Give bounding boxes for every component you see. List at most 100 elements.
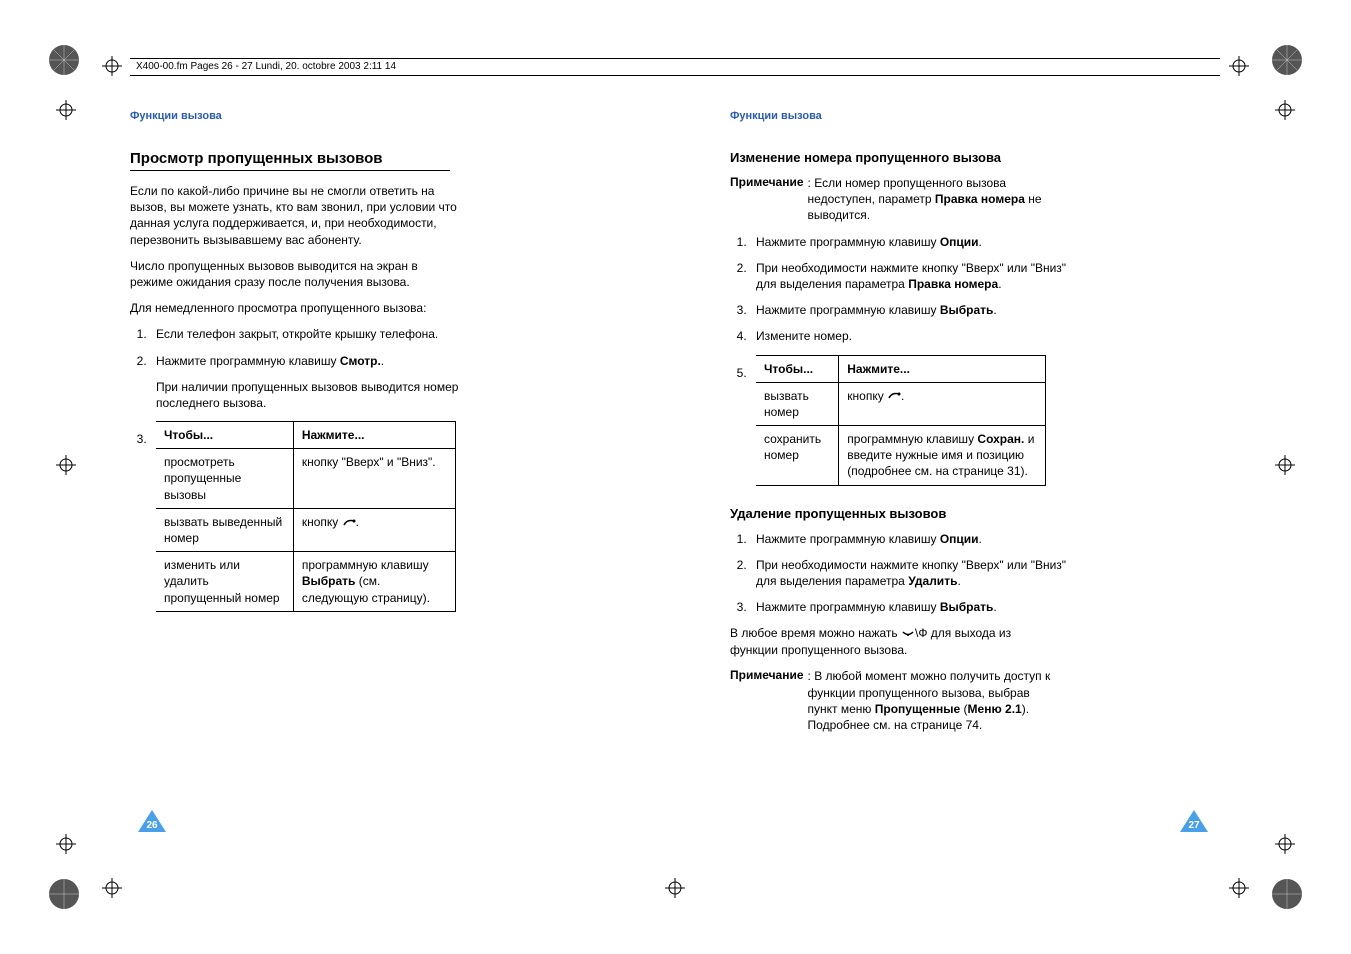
bold-term: Опции bbox=[940, 235, 979, 249]
body-text: Для немедленного просмотра пропущенного … bbox=[130, 300, 460, 316]
subsection-title: Изменение номера пропущенного вызова bbox=[730, 150, 1060, 165]
note-label: Примечание bbox=[730, 175, 804, 224]
subsection-title: Удаление пропущенных вызовов bbox=[730, 506, 1060, 521]
action-table: Чтобы...Нажмите... вызвать номеркнопку .… bbox=[756, 355, 1046, 486]
table-cell: изменить или удалить пропущенный номер bbox=[156, 552, 293, 612]
body-text: Если по какой-либо причине вы не смогли … bbox=[130, 183, 460, 248]
crop-mark-icon bbox=[56, 834, 76, 854]
step-item: Измените номер. bbox=[750, 328, 1080, 344]
text: . bbox=[998, 277, 1001, 291]
text: ( bbox=[960, 702, 967, 716]
step-item: Нажмите программную клавишу Выбрать. bbox=[750, 599, 1080, 615]
text: . bbox=[979, 235, 982, 249]
step-item: Нажмите программную клавишу Опции. bbox=[750, 234, 1080, 250]
call-key-icon bbox=[887, 388, 901, 404]
body-text: В любое время можно нажать \Ф для выхода… bbox=[730, 625, 1060, 658]
page-number: 27 bbox=[1180, 820, 1208, 831]
page-title: Просмотр пропущенных вызовов bbox=[130, 150, 450, 171]
cell-text: программную клавишу bbox=[302, 558, 429, 572]
crop-mark-icon bbox=[102, 878, 122, 898]
bold-term: Выбрать bbox=[302, 574, 356, 588]
table-cell: просмотреть пропущенные вызовы bbox=[156, 449, 293, 509]
step-item: При необходимости нажмите кнопку "Вверх"… bbox=[750, 557, 1080, 589]
bold-term: Меню 2.1 bbox=[968, 702, 1022, 716]
text: Нажмите программную клавишу bbox=[756, 532, 940, 546]
starburst-icon bbox=[48, 44, 80, 76]
table-cell: кнопку "Вверх" и "Вниз". bbox=[293, 449, 455, 509]
end-key-icon bbox=[901, 626, 915, 642]
framemaker-header: X400-00.fm Pages 26 - 27 Lundi, 20. octo… bbox=[130, 58, 1220, 76]
crop-mark-icon bbox=[665, 878, 685, 898]
note: Примечание : В любой момент можно получи… bbox=[730, 668, 1060, 733]
bold-term: Правка номера bbox=[908, 277, 998, 291]
crop-mark-icon bbox=[1275, 100, 1295, 120]
text: . bbox=[993, 600, 996, 614]
step-text: . bbox=[381, 354, 384, 368]
call-key-icon bbox=[342, 515, 356, 531]
table-cell: вызвать номер bbox=[756, 382, 839, 425]
cell-text: кнопку bbox=[302, 515, 342, 529]
action-table: Чтобы...Нажмите... просмотреть пропущенн… bbox=[156, 421, 456, 612]
note: Примечание : Если номер пропущенного выз… bbox=[730, 175, 1060, 224]
step-list: Если телефон закрыт, откройте крышку тел… bbox=[130, 326, 480, 611]
bold-term: Выбрать bbox=[940, 303, 994, 317]
step-item: Нажмите программную клавишу Опции. bbox=[750, 531, 1080, 547]
step-text: Нажмите программную клавишу bbox=[156, 354, 340, 368]
bold-term: Удалить bbox=[908, 574, 957, 588]
text: . bbox=[979, 532, 982, 546]
table-cell: вызвать выведенный номер bbox=[156, 508, 293, 551]
step-item: Нажмите программную клавишу Выбрать. bbox=[750, 302, 1080, 318]
table-header: Чтобы... bbox=[756, 355, 839, 382]
bold-term: Опции bbox=[940, 532, 979, 546]
crop-mark-icon bbox=[1275, 834, 1295, 854]
page-number: 26 bbox=[138, 820, 166, 831]
bold-term: Сохран. bbox=[977, 432, 1024, 446]
step-subtext: При наличии пропущенных вызовов выводитс… bbox=[156, 379, 480, 411]
step-item: При необходимости нажмите кнопку "Вверх"… bbox=[750, 260, 1080, 292]
table-header: Чтобы... bbox=[156, 422, 293, 449]
note-text: : В любой момент можно получить доступ к… bbox=[808, 668, 1060, 733]
table-cell: кнопку . bbox=[293, 508, 455, 551]
starburst-icon bbox=[1271, 44, 1303, 76]
bold-term: Смотр. bbox=[340, 354, 381, 368]
table-header: Нажмите... bbox=[293, 422, 455, 449]
table-cell: сохранить номер bbox=[756, 426, 839, 486]
bold-term: Выбрать bbox=[940, 600, 994, 614]
cell-text: . bbox=[901, 389, 904, 403]
section-header: Функции вызова bbox=[730, 110, 1250, 122]
step-item: Нажмите программную клавишу Смотр.. При … bbox=[150, 353, 480, 412]
crop-mark-icon bbox=[56, 455, 76, 475]
body-text: Число пропущенных вызовов выводится на э… bbox=[130, 258, 460, 290]
page-left: Функции вызова Просмотр пропущенных вызо… bbox=[130, 110, 650, 622]
crop-mark-icon bbox=[56, 100, 76, 120]
step-list: Нажмите программную клавишу Опции. При н… bbox=[730, 531, 1080, 616]
table-cell: программную клавишу Выбрать (см. следующ… bbox=[293, 552, 455, 612]
step-item: Чтобы...Нажмите... вызвать номеркнопку .… bbox=[750, 355, 1080, 486]
crop-mark-icon bbox=[102, 56, 122, 76]
text: . bbox=[957, 574, 960, 588]
step-list: Нажмите программную клавишу Опции. При н… bbox=[730, 234, 1080, 486]
bold-term: Пропущенные bbox=[875, 702, 960, 716]
crop-mark-icon bbox=[1275, 455, 1295, 475]
bold-term: Правка номера bbox=[935, 192, 1025, 206]
starburst-icon bbox=[48, 878, 80, 910]
text: Нажмите программную клавишу bbox=[756, 303, 940, 317]
step-item: Если телефон закрыт, откройте крышку тел… bbox=[150, 326, 480, 342]
note-label: Примечание bbox=[730, 668, 804, 733]
section-header: Функции вызова bbox=[130, 110, 650, 122]
crop-mark-icon bbox=[1229, 878, 1249, 898]
note-text: : Если номер пропущенного вызова недосту… bbox=[808, 175, 1060, 224]
table-cell: кнопку . bbox=[839, 382, 1046, 425]
text: В любое время можно нажать bbox=[730, 626, 901, 640]
starburst-icon bbox=[1271, 878, 1303, 910]
table-cell: программную клавишу Сохран. и введите ну… bbox=[839, 426, 1046, 486]
step-item: Чтобы...Нажмите... просмотреть пропущенн… bbox=[150, 421, 480, 612]
cell-text: . bbox=[356, 515, 359, 529]
table-header: Нажмите... bbox=[839, 355, 1046, 382]
crop-mark-icon bbox=[1229, 56, 1249, 76]
text: . bbox=[993, 303, 996, 317]
text: Нажмите программную клавишу bbox=[756, 600, 940, 614]
text: Нажмите программную клавишу bbox=[756, 235, 940, 249]
cell-text: кнопку bbox=[847, 389, 887, 403]
page-right: Функции вызова Изменение номера пропущен… bbox=[730, 110, 1250, 743]
